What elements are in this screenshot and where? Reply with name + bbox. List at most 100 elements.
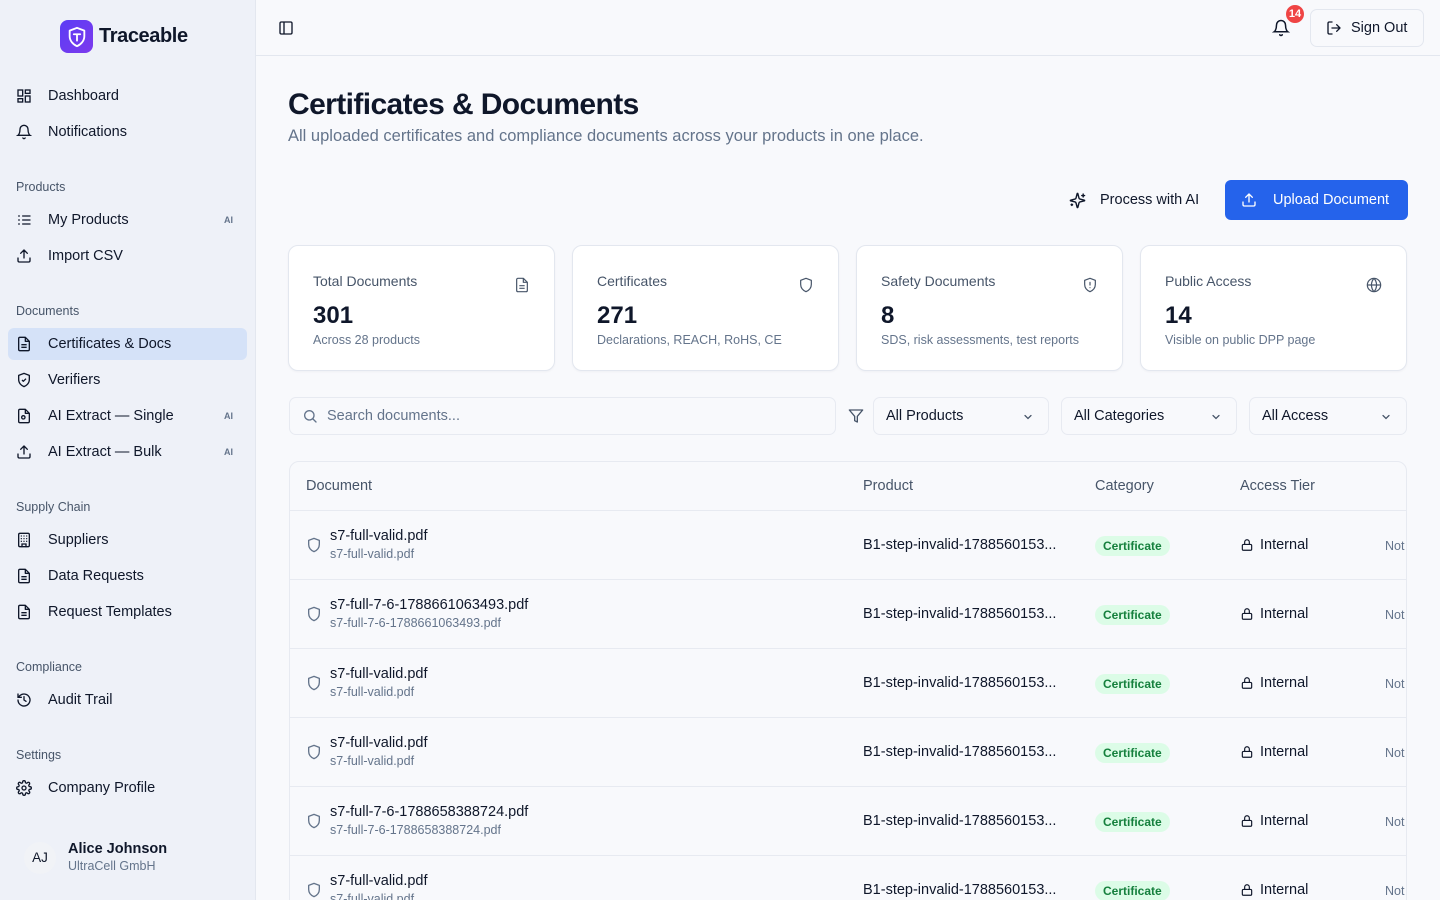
- sidebar-item-import-csv[interactable]: Import CSV: [8, 240, 247, 272]
- document-name[interactable]: s7-full-valid.pdf: [330, 735, 428, 751]
- access-filter-select[interactable]: All Access: [1249, 397, 1407, 435]
- stat-label: Total Documents: [313, 273, 418, 289]
- stat-caption: Across 28 products: [313, 333, 420, 347]
- table-row[interactable]: s7-full-7-6-1788661063493.pdf s7-full-7-6…: [290, 580, 1406, 649]
- document-name[interactable]: s7-full-valid.pdf: [330, 528, 428, 544]
- product-name[interactable]: B1-step-invalid-1788560153...: [863, 813, 1056, 829]
- sidebar-item-label: Request Templates: [48, 604, 172, 620]
- table-row[interactable]: s7-full-valid.pdf s7-full-valid.pdf B1-ste…: [290, 511, 1406, 580]
- sidebar-item-my-products[interactable]: My Products AI: [8, 204, 247, 236]
- sidebar-item-label: AI Extract — Bulk: [48, 444, 162, 460]
- document-name[interactable]: s7-full-7-6-1788658388724.pdf: [330, 804, 528, 820]
- column-header-product[interactable]: Product: [863, 478, 913, 494]
- stat-label: Certificates: [597, 273, 668, 289]
- product-name[interactable]: B1-step-invalid-1788560153...: [863, 537, 1056, 553]
- sidebar-item-data-requests[interactable]: Data Requests: [8, 560, 247, 592]
- sidebar-item-verifiers[interactable]: Verifiers: [8, 364, 247, 396]
- sidebar-item-ai-extract-bulk[interactable]: AI Extract — Bulk AI: [8, 436, 247, 468]
- sign-out-label: Sign Out: [1351, 20, 1408, 36]
- list-icon: [18, 215, 31, 225]
- filter-icon: [848, 409, 864, 423]
- table-row[interactable]: s7-full-valid.pdf s7-full-valid.pdf B1-ste…: [290, 649, 1406, 718]
- sidebar-item-label: Verifiers: [48, 372, 101, 388]
- sidebar-item-dashboard[interactable]: Dashboard: [8, 80, 247, 112]
- brand[interactable]: Traceable: [60, 20, 188, 53]
- process-with-ai-label: Process with AI: [1100, 192, 1200, 208]
- access-tier: Internal: [1240, 675, 1308, 691]
- table-row[interactable]: s7-full-7-6-1788658388724.pdf s7-full-7-6…: [290, 787, 1406, 856]
- document-name[interactable]: s7-full-valid.pdf: [330, 666, 428, 682]
- product-name[interactable]: B1-step-invalid-1788560153...: [863, 744, 1056, 760]
- sidebar-item-request-templates[interactable]: Request Templates: [8, 596, 247, 628]
- document-filename: s7-full-7-6-1788658388724.pdf: [330, 823, 501, 837]
- shield-icon: [306, 606, 322, 622]
- document-name[interactable]: s7-full-valid.pdf: [330, 873, 428, 889]
- table-row[interactable]: s7-full-valid.pdf s7-full-valid.pdf B1-ste…: [290, 856, 1406, 900]
- stat-caption: Visible on public DPP page: [1165, 333, 1316, 347]
- user-name: Alice Johnson: [68, 841, 168, 857]
- chevron-down-icon: [1382, 414, 1390, 420]
- upload-icon: [1242, 193, 1256, 207]
- sparkles-icon: [1069, 192, 1086, 208]
- user-org: UltraCell GmbH: [68, 859, 156, 873]
- user-card[interactable]: AJ Alice Johnson UltraCell GmbH: [24, 841, 167, 874]
- ai-badge: AI: [224, 447, 233, 457]
- lock-icon: [1240, 883, 1254, 897]
- lock-icon: [1240, 745, 1254, 759]
- truncated-status: Not: [1385, 677, 1405, 691]
- process-with-ai-button[interactable]: Process with AI: [1057, 180, 1213, 220]
- section-label-products: Products: [16, 180, 66, 194]
- stat-card-certificates: Certificates 271 Declarations, REACH, Ro…: [572, 245, 839, 371]
- sidebar-item-suppliers[interactable]: Suppliers: [8, 524, 247, 556]
- stat-value: 8: [881, 302, 895, 329]
- sidebar-item-notifications[interactable]: Notifications: [8, 116, 247, 148]
- sidebar-item-label: Audit Trail: [48, 692, 113, 708]
- file-search-icon: [18, 408, 30, 424]
- avatar: AJ: [24, 841, 56, 874]
- stat-value: 14: [1165, 302, 1192, 329]
- access-tier-label: Internal: [1260, 606, 1309, 622]
- product-name[interactable]: B1-step-invalid-1788560153...: [863, 675, 1056, 691]
- sidebar-item-audit-trail[interactable]: Audit Trail: [8, 684, 247, 716]
- access-tier: Internal: [1240, 537, 1308, 553]
- sidebar-item-company-profile[interactable]: Company Profile: [8, 772, 247, 804]
- table-header: Document Product Category Access Tier: [290, 462, 1406, 511]
- column-header-access-tier[interactable]: Access Tier: [1240, 478, 1315, 494]
- sidebar-item-label: Data Requests: [48, 568, 144, 584]
- sidebar-toggle-icon[interactable]: [278, 20, 294, 36]
- sidebar-item-certificates-docs[interactable]: Certificates & Docs: [8, 328, 247, 360]
- stat-value: 301: [313, 302, 354, 329]
- search-input[interactable]: [327, 408, 807, 424]
- notification-count-badge: 14: [1285, 4, 1305, 24]
- category-badge: Certificate: [1095, 536, 1170, 556]
- product-name[interactable]: B1-step-invalid-1788560153...: [863, 606, 1056, 622]
- table-row[interactable]: s7-full-valid.pdf s7-full-valid.pdf B1-ste…: [290, 718, 1406, 787]
- stat-caption: SDS, risk assessments, test reports: [881, 333, 1079, 347]
- upload-document-button[interactable]: Upload Document: [1225, 180, 1408, 220]
- ai-badge: AI: [224, 215, 233, 225]
- access-tier-label: Internal: [1260, 882, 1309, 898]
- column-header-document[interactable]: Document: [306, 478, 372, 494]
- access-tier-label: Internal: [1260, 744, 1309, 760]
- category-filter-select[interactable]: All Categories: [1061, 397, 1237, 435]
- product-filter-select[interactable]: All Products: [873, 397, 1049, 435]
- category-badge: Certificate: [1095, 674, 1170, 694]
- file-text-icon: [18, 568, 30, 584]
- section-label-supply-chain: Supply Chain: [16, 500, 91, 514]
- column-header-category[interactable]: Category: [1095, 478, 1154, 494]
- sign-out-button[interactable]: Sign Out: [1310, 9, 1424, 47]
- shield-icon: [800, 277, 812, 293]
- sidebar-item-label: Dashboard: [48, 88, 119, 104]
- truncated-status: Not: [1385, 815, 1405, 829]
- lock-icon: [1240, 676, 1254, 690]
- document-filename: s7-full-valid.pdf: [330, 547, 415, 561]
- stat-card-safety-documents: Safety Documents 8 SDS, risk assessments…: [856, 245, 1123, 371]
- documents-table: Document Product Category Access Tier s7…: [289, 461, 1407, 900]
- access-tier: Internal: [1240, 813, 1308, 829]
- product-name[interactable]: B1-step-invalid-1788560153...: [863, 882, 1056, 898]
- document-filename: s7-full-valid.pdf: [330, 754, 415, 768]
- document-name[interactable]: s7-full-7-6-1788661063493.pdf: [330, 597, 528, 613]
- section-label-compliance: Compliance: [16, 660, 83, 674]
- bell-icon[interactable]: [1272, 19, 1290, 37]
- sidebar-item-ai-extract-single[interactable]: AI Extract — Single AI: [8, 400, 247, 432]
